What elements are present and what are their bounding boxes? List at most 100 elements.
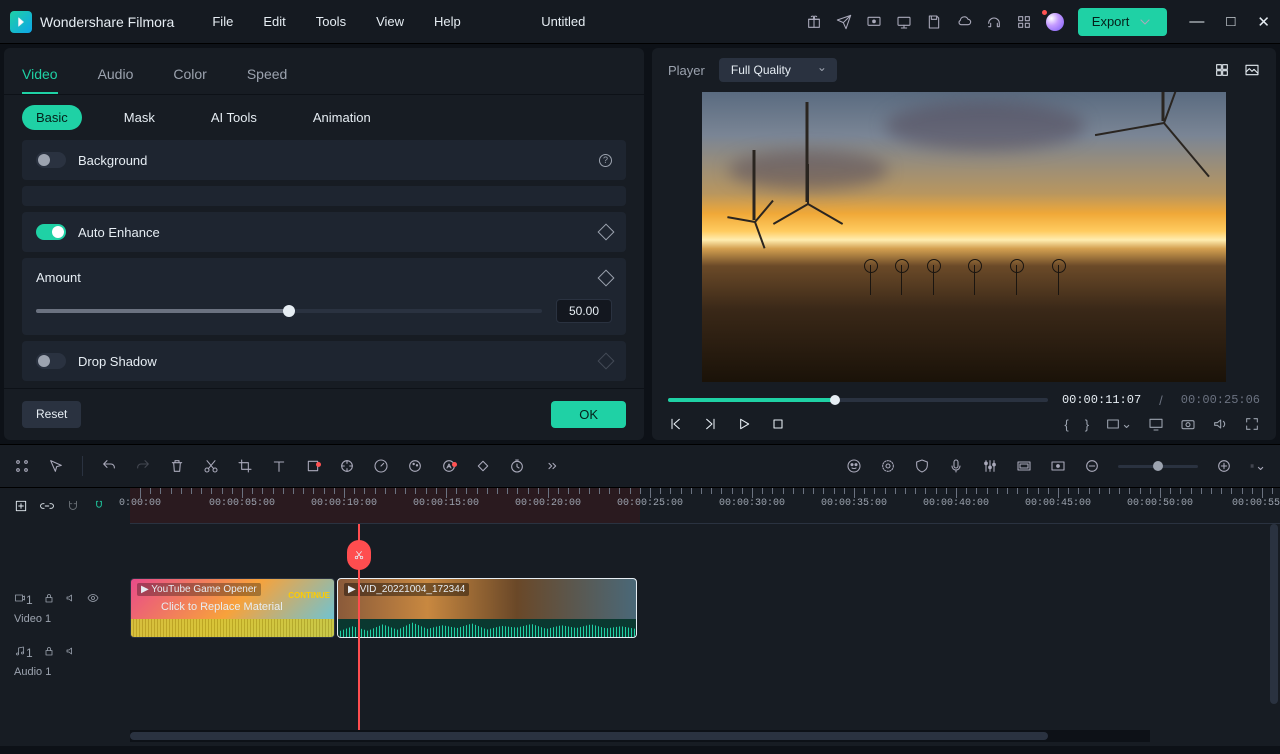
menu-edit[interactable]: Edit bbox=[263, 14, 285, 29]
mixer-icon[interactable] bbox=[982, 458, 998, 474]
quality-dropdown[interactable]: Full Quality bbox=[719, 58, 837, 82]
ok-button[interactable]: OK bbox=[551, 401, 626, 428]
lock-icon[interactable] bbox=[43, 592, 55, 607]
color-icon[interactable] bbox=[407, 458, 423, 474]
timeline-vertical-scrollbar[interactable] bbox=[1270, 524, 1278, 704]
grid-view-icon[interactable] bbox=[1214, 62, 1230, 78]
tab-audio[interactable]: Audio bbox=[98, 56, 134, 94]
ratio-icon[interactable]: ⌄ bbox=[1105, 416, 1132, 432]
timeline-ruler[interactable]: 0:00:0000:00:05:0000:00:10:0000:00:15:00… bbox=[130, 488, 1280, 524]
headphones-icon[interactable] bbox=[986, 14, 1002, 30]
display-icon[interactable] bbox=[1148, 416, 1164, 432]
zoom-out-icon[interactable] bbox=[1084, 458, 1100, 474]
prev-frame-button[interactable] bbox=[668, 416, 684, 432]
properties-body: Background ? Auto Enhance Amount bbox=[4, 140, 644, 388]
track-options-icon[interactable]: ⌄ bbox=[1250, 458, 1266, 474]
shield-icon[interactable] bbox=[914, 458, 930, 474]
delete-icon[interactable] bbox=[169, 458, 185, 474]
tab-color[interactable]: Color bbox=[173, 56, 206, 94]
snap-icon[interactable] bbox=[92, 499, 106, 513]
export-button[interactable]: Export bbox=[1078, 8, 1168, 36]
sub-tabs: Basic Mask AI Tools Animation bbox=[4, 95, 644, 140]
text-icon[interactable] bbox=[271, 458, 287, 474]
more-icon[interactable] bbox=[543, 458, 559, 474]
select-tool-icon[interactable] bbox=[48, 458, 64, 474]
timer-icon[interactable] bbox=[509, 458, 525, 474]
visibility-icon[interactable] bbox=[87, 592, 99, 607]
marker-icon[interactable] bbox=[1050, 458, 1066, 474]
audio-lock-icon[interactable] bbox=[43, 645, 55, 660]
playhead[interactable] bbox=[358, 524, 360, 730]
reset-button[interactable]: Reset bbox=[22, 401, 81, 428]
image-icon[interactable] bbox=[1244, 62, 1260, 78]
cut-icon[interactable] bbox=[203, 458, 219, 474]
keyframe-icon[interactable] bbox=[598, 224, 615, 241]
send-icon[interactable] bbox=[836, 14, 852, 30]
help-icon[interactable]: ? bbox=[599, 154, 612, 167]
clip-video[interactable]: ▶ VID_20221004_172344 bbox=[337, 578, 637, 638]
amount-slider[interactable] bbox=[36, 309, 542, 313]
amount-keyframe-icon[interactable] bbox=[598, 269, 615, 286]
subtab-mask[interactable]: Mask bbox=[110, 105, 169, 130]
user-avatar[interactable] bbox=[1046, 13, 1064, 31]
effects-icon[interactable] bbox=[339, 458, 355, 474]
mute-icon[interactable] bbox=[65, 592, 77, 607]
audio-mute-icon[interactable] bbox=[65, 645, 77, 660]
timeline-scrollbar[interactable] bbox=[130, 730, 1150, 742]
properties-footer: Reset OK bbox=[4, 388, 644, 440]
ai-active-icon[interactable] bbox=[846, 458, 862, 474]
crop-icon[interactable] bbox=[237, 458, 253, 474]
speed-icon[interactable] bbox=[373, 458, 389, 474]
stop-button[interactable] bbox=[770, 416, 786, 432]
next-frame-button[interactable] bbox=[702, 416, 718, 432]
cloud-icon[interactable] bbox=[956, 14, 972, 30]
mark-in-icon[interactable]: { bbox=[1064, 417, 1068, 432]
cut-badge[interactable] bbox=[347, 540, 371, 570]
video-track[interactable]: ▶ YouTube Game Opener CONTINUE Click to … bbox=[130, 574, 1280, 642]
preview-progress[interactable] bbox=[668, 398, 1048, 402]
apps-icon[interactable] bbox=[1016, 14, 1032, 30]
auto-enhance-row: Auto Enhance bbox=[22, 212, 626, 252]
snapshot-icon[interactable] bbox=[1180, 416, 1196, 432]
subtab-basic[interactable]: Basic bbox=[22, 105, 82, 130]
clip-youtube-opener[interactable]: ▶ YouTube Game Opener CONTINUE Click to … bbox=[130, 578, 335, 638]
add-track-icon[interactable] bbox=[14, 499, 28, 513]
zoom-slider[interactable] bbox=[1118, 465, 1198, 468]
undo-icon[interactable] bbox=[101, 458, 117, 474]
drop-shadow-toggle[interactable] bbox=[36, 353, 66, 369]
subtab-animation[interactable]: Animation bbox=[299, 105, 385, 130]
safe-zone-icon[interactable] bbox=[1016, 458, 1032, 474]
apps-tool-icon[interactable] bbox=[14, 458, 30, 474]
screen-record-icon[interactable] bbox=[866, 14, 882, 30]
ai-icon[interactable] bbox=[441, 458, 457, 474]
link-icon[interactable] bbox=[40, 499, 54, 513]
auto-enhance-toggle[interactable] bbox=[36, 224, 66, 240]
maximize-button[interactable]: □ bbox=[1226, 13, 1235, 31]
volume-icon[interactable] bbox=[1212, 416, 1228, 432]
gift-icon[interactable] bbox=[806, 14, 822, 30]
save-icon[interactable] bbox=[926, 14, 942, 30]
app-logo bbox=[10, 11, 32, 33]
mark-out-icon[interactable]: } bbox=[1085, 417, 1089, 432]
amount-value[interactable]: 50.00 bbox=[556, 299, 612, 323]
tab-video[interactable]: Video bbox=[22, 56, 58, 94]
monitor-icon[interactable] bbox=[896, 14, 912, 30]
adjustment-icon[interactable] bbox=[880, 458, 896, 474]
redo-icon[interactable] bbox=[135, 458, 151, 474]
background-toggle[interactable] bbox=[36, 152, 66, 168]
play-button[interactable] bbox=[736, 416, 752, 432]
tab-speed[interactable]: Speed bbox=[247, 56, 287, 94]
keyframe-tool-icon[interactable] bbox=[475, 458, 491, 474]
zoom-in-icon[interactable] bbox=[1216, 458, 1232, 474]
menu-file[interactable]: File bbox=[212, 14, 233, 29]
audio-track[interactable] bbox=[130, 642, 1280, 680]
magnet-icon[interactable] bbox=[66, 499, 80, 513]
fullscreen-icon[interactable] bbox=[1244, 416, 1260, 432]
subtab-ai-tools[interactable]: AI Tools bbox=[197, 105, 271, 130]
close-button[interactable]: ✕ bbox=[1257, 13, 1270, 31]
mic-icon[interactable] bbox=[948, 458, 964, 474]
timeline-tracks[interactable]: ▶ YouTube Game Opener CONTINUE Click to … bbox=[130, 524, 1280, 730]
minimize-button[interactable]: — bbox=[1189, 13, 1204, 31]
crop-zoom-icon[interactable] bbox=[305, 458, 321, 474]
preview-video[interactable] bbox=[702, 92, 1226, 382]
